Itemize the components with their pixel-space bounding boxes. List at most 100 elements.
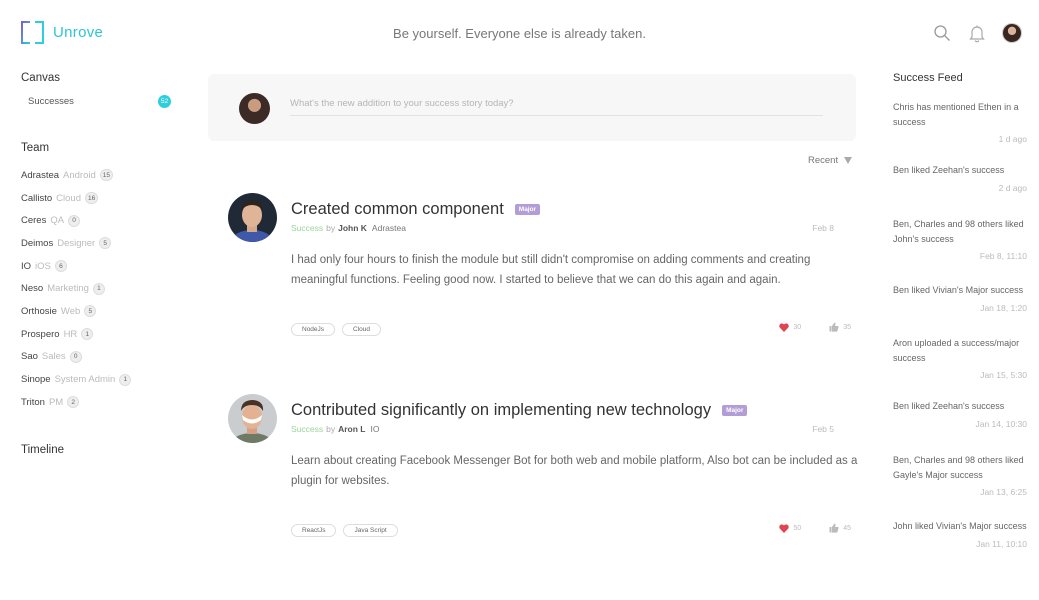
tag-chip[interactable]: NodeJs — [291, 323, 336, 336]
team-name: Prospero — [21, 328, 60, 340]
team-role: Cloud — [56, 192, 81, 204]
feed-text: Ben, Charles and 98 others liked John's … — [893, 219, 1024, 244]
heart-count: 30 — [793, 323, 802, 331]
team-name: Orthosie — [21, 305, 57, 317]
post-title-row: Created common component Major — [291, 200, 541, 219]
team-name: Deimos — [21, 237, 54, 249]
team-role: QA — [50, 215, 65, 227]
tag-list: ReactJs Java Script — [291, 524, 405, 537]
tag-list: NodeJs Cloud — [291, 323, 388, 336]
avatar — [239, 93, 270, 124]
like-button[interactable]: 45 — [829, 523, 851, 533]
post-date: Feb 5 — [812, 424, 834, 434]
team-heading[interactable]: Team — [21, 142, 181, 154]
feed-item[interactable]: Ben, Charles and 98 others liked John's … — [893, 217, 1035, 283]
author-avatar[interactable] — [228, 394, 277, 443]
feed-time: Feb 8, 11:10 — [979, 251, 1027, 261]
post-composer — [208, 74, 856, 141]
team-item-sinope[interactable]: Sinope System Admin 1 — [21, 368, 181, 391]
feed-time: Jan 11, 10:10 — [976, 538, 1027, 549]
post-title[interactable]: Contributed significantly on implementin… — [291, 401, 711, 420]
feed-item[interactable]: Ben liked Zeehan's success Jan 14, 10:30 — [893, 399, 1035, 453]
team-count-badge: 6 — [54, 260, 67, 273]
user-avatar[interactable] — [1001, 22, 1023, 44]
heart-button[interactable]: 50 — [779, 523, 801, 533]
feed-time: Jan 18, 1:20 — [980, 302, 1027, 313]
feed-item[interactable]: Aron uploaded a success/major success Jan… — [893, 336, 1035, 399]
team-name[interactable]: Adrastea — [372, 223, 406, 233]
feed-text: Ben liked Vivian's Major success — [893, 285, 1024, 295]
post-meta: Success by Aron L IO — [291, 424, 379, 434]
team-item-io[interactable]: IO iOS 6 — [21, 255, 181, 278]
timeline-heading[interactable]: Timeline — [21, 444, 181, 456]
sort-label: Recent — [808, 155, 839, 166]
sort-dropdown[interactable]: Recent — [808, 155, 853, 166]
team-role: iOS — [35, 260, 51, 272]
team-name: Ceres — [21, 215, 47, 227]
thumbs-up-icon — [829, 523, 839, 533]
post-title[interactable]: Created common component — [291, 200, 504, 219]
feed-title: Success Feed — [893, 72, 963, 84]
team-count-badge: 15 — [99, 169, 114, 182]
team-role: Sales — [41, 351, 66, 363]
feed-time: Jan 15, 5:30 — [980, 370, 1027, 380]
team-item-ceres[interactable]: Ceres QA 0 — [21, 209, 181, 232]
team-count-badge: 5 — [99, 237, 112, 250]
tag-chip[interactable]: Java Script — [343, 524, 398, 537]
like-count: 35 — [843, 323, 851, 331]
team-item-triton[interactable]: Triton PM 2 — [21, 391, 181, 414]
successes-count-badge: 52 — [158, 94, 171, 108]
sidebar-item-successes[interactable]: Successes 52 — [21, 94, 181, 108]
team-name: Neso — [21, 283, 44, 295]
author-avatar[interactable] — [228, 193, 277, 242]
by-label: by — [326, 223, 336, 233]
team-role: HR — [63, 328, 78, 340]
team-item-callisto[interactable]: Callisto Cloud 16 — [21, 187, 181, 210]
team-role: PM — [48, 396, 64, 408]
team-count-badge: 1 — [81, 328, 94, 341]
feed-text: Ben liked Zeehan's success — [893, 401, 1005, 411]
feed-item[interactable]: John liked Vivian's Major success Jan 11,… — [893, 519, 1035, 559]
feed-item[interactable]: Ben liked Zeehan's success 2 d ago — [893, 163, 1035, 217]
team-count-badge: 0 — [69, 350, 82, 363]
status-label: Success — [291, 223, 324, 233]
team-count-badge: 5 — [84, 305, 97, 318]
team-list: Adrastea Android 15 Callisto Cloud 16 Ceres Q… — [21, 164, 181, 414]
author-name[interactable]: Aron L — [338, 424, 365, 434]
post-card: Contributed significantly on implementin… — [228, 394, 857, 544]
team-role: Web — [60, 305, 81, 317]
sidebar-item-label: Successes — [28, 95, 74, 107]
major-badge: Major — [722, 405, 748, 416]
search-icon[interactable] — [931, 22, 953, 44]
team-count-badge: 2 — [67, 396, 80, 409]
team-item-neso[interactable]: Neso Marketing 1 — [21, 277, 181, 300]
author-name[interactable]: John K — [338, 223, 367, 233]
tag-chip[interactable]: ReactJs — [291, 524, 337, 537]
team-item-deimos[interactable]: Deimos Designer 5 — [21, 232, 181, 255]
left-sidebar: Canvas Successes 52 Team Adrastea Android… — [21, 72, 181, 466]
feed-time: 1 d ago — [998, 134, 1027, 144]
feed-time: 2 d ago — [998, 182, 1027, 193]
team-item-sao[interactable]: Sao Sales 0 — [21, 346, 181, 369]
feed-time: Jan 13, 6:25 — [980, 487, 1027, 497]
team-item-prospero[interactable]: Prospero HR 1 — [21, 323, 181, 346]
status-label: Success — [291, 424, 324, 434]
heart-icon — [779, 322, 790, 332]
reactions: 50 45 — [779, 523, 851, 533]
bell-icon[interactable] — [966, 22, 988, 44]
canvas-heading[interactable]: Canvas — [21, 72, 181, 84]
feed-item[interactable]: Ben liked Vivian's Major success Jan 18, … — [893, 283, 1035, 336]
feed-item[interactable]: Ben, Charles and 98 others liked Gayle's… — [893, 453, 1035, 519]
team-role: Marketing — [47, 283, 89, 295]
feed-text: John liked Vivian's Major success — [893, 521, 1027, 531]
team-item-adrastea[interactable]: Adrastea Android 15 — [21, 164, 181, 187]
team-role: Android — [63, 169, 96, 181]
like-button[interactable]: 35 — [829, 322, 851, 332]
header-actions — [918, 22, 1023, 44]
new-success-input[interactable] — [290, 96, 823, 116]
heart-button[interactable]: 30 — [779, 322, 802, 332]
team-name[interactable]: IO — [371, 424, 380, 434]
feed-item[interactable]: Chris has mentioned Ethen in a success 1 … — [893, 100, 1035, 163]
tag-chip[interactable]: Cloud — [342, 323, 382, 336]
team-item-orthosie[interactable]: Orthosie Web 5 — [21, 300, 181, 323]
